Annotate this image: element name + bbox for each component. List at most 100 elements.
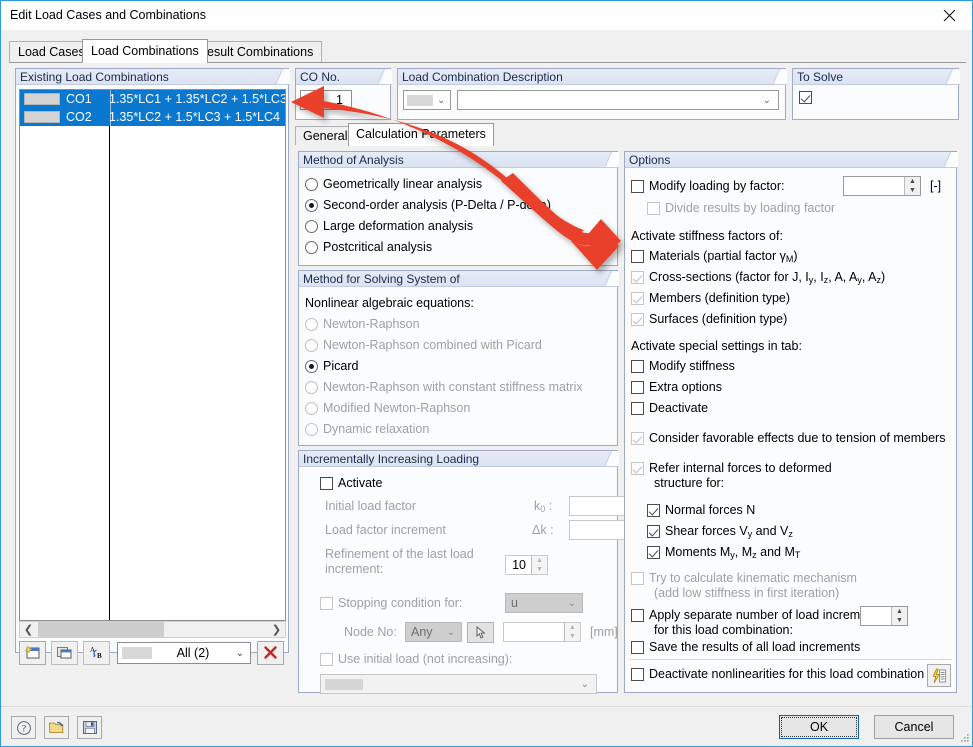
divide-results-checkbox[interactable]: Divide results by loading factor bbox=[647, 201, 835, 215]
stiffness-surfaces-checkbox[interactable]: Surfaces (definition type) bbox=[631, 312, 787, 326]
spinner-buttons[interactable]: ▲▼ bbox=[564, 623, 580, 641]
table-row[interactable]: CO2 1.35*LC2 + 1.5*LC3 + 1.5*LC4 bbox=[20, 108, 285, 126]
apply-separate-increments-label-line1: Apply separate number of load increments bbox=[649, 608, 884, 622]
spinner-up-icon[interactable]: ▲ bbox=[565, 623, 580, 632]
load-combination-description-title: Load Combination Description bbox=[398, 69, 787, 85]
list-filter-combo[interactable]: All (2) ⌄ bbox=[117, 642, 251, 664]
close-icon[interactable] bbox=[926, 1, 972, 30]
table-row[interactable]: CO1 1.35*LC1 + 1.35*LC2 + 1.5*LC3 + 1.5 bbox=[20, 90, 285, 108]
to-solve-checkbox[interactable] bbox=[799, 91, 812, 104]
options-group: Options Modify loading by factor: ▲▼ [-]… bbox=[624, 151, 957, 693]
refer-moments-checkbox[interactable]: Moments My, Mz and MT bbox=[647, 545, 800, 560]
radio-label: Picard bbox=[323, 359, 358, 373]
spinner-down-icon[interactable]: ▼ bbox=[532, 565, 547, 574]
radio-newton-raphson[interactable]: Newton-Raphson bbox=[305, 317, 420, 331]
radio-picard[interactable]: Picard bbox=[305, 359, 358, 373]
radio-second-order[interactable]: Second-order analysis (P-Delta / P-delta… bbox=[305, 198, 551, 212]
radio-newton-raphson-constant-stiffness[interactable]: Newton-Raphson with constant stiffness m… bbox=[305, 380, 583, 394]
radio-postcritical[interactable]: Postcritical analysis bbox=[305, 240, 432, 254]
checkbox-indicator bbox=[631, 180, 644, 193]
resize-grip-icon[interactable] bbox=[958, 732, 970, 744]
modify-loading-factor-input[interactable]: ▲▼ bbox=[843, 176, 921, 196]
radio-dynamic-relaxation[interactable]: Dynamic relaxation bbox=[305, 422, 429, 436]
refinement-input[interactable]: 10 ▲▼ bbox=[505, 555, 548, 575]
use-initial-load-checkbox[interactable]: Use initial load (not increasing): bbox=[320, 652, 512, 666]
cancel-button[interactable]: Cancel bbox=[874, 715, 954, 739]
stopping-condition-checkbox[interactable]: Stopping condition for: bbox=[320, 596, 462, 610]
modify-loading-factor-units: [-] bbox=[930, 179, 941, 193]
chevron-down-icon[interactable]: ⌄ bbox=[763, 95, 771, 106]
description-input[interactable]: ⌄ bbox=[457, 90, 779, 110]
stiffness-cross-sections-checkbox[interactable]: Cross-sections (factor for J, Iy, Iz, A,… bbox=[631, 270, 885, 285]
node-limit-input[interactable]: ▲▼ bbox=[503, 622, 581, 642]
apply-separate-increments-input[interactable]: ▲▼ bbox=[860, 606, 908, 626]
list-toolbar: A B All (2) ⌄ bbox=[19, 639, 286, 666]
stiffness-members-checkbox[interactable]: Members (definition type) bbox=[631, 291, 790, 305]
stopping-condition-combo[interactable]: u ⌄ bbox=[505, 593, 583, 613]
checkbox-indicator bbox=[631, 271, 644, 284]
special-deactivate-checkbox[interactable]: Deactivate bbox=[631, 401, 708, 415]
tab-general[interactable]: General bbox=[295, 126, 355, 145]
spinner-buttons[interactable]: ▲▼ bbox=[891, 607, 907, 625]
node-no-combo[interactable]: Any ⌄ bbox=[405, 622, 462, 642]
description-color-combo[interactable]: ⌄ bbox=[403, 90, 451, 110]
method-of-analysis-group: Method of Analysis Geometrically linear … bbox=[298, 151, 618, 266]
radio-indicator bbox=[305, 220, 318, 233]
stiffness-materials-checkbox[interactable]: Materials (partial factor γM) bbox=[631, 249, 798, 264]
refer-internal-forces-checkbox[interactable]: Refer internal forces to deformed bbox=[631, 461, 832, 475]
copy-combination-icon[interactable] bbox=[51, 641, 78, 665]
spinner-down-icon[interactable]: ▼ bbox=[905, 186, 920, 195]
spinner-down-icon[interactable]: ▼ bbox=[565, 632, 580, 641]
special-modify-stiffness-checkbox[interactable]: Modify stiffness bbox=[631, 359, 735, 373]
radio-newton-raphson-picard[interactable]: Newton-Raphson combined with Picard bbox=[305, 338, 542, 352]
dialog-window: Edit Load Cases and Combinations Load Ca… bbox=[0, 0, 973, 747]
co-number-input[interactable]: 1 bbox=[300, 90, 352, 110]
spinner-up-icon[interactable]: ▲ bbox=[892, 607, 907, 616]
consider-favorable-effects-checkbox[interactable]: Consider favorable effects due to tensio… bbox=[631, 431, 945, 445]
tab-load-combinations[interactable]: Load Combinations bbox=[82, 39, 208, 63]
chevron-right-icon[interactable]: ❯ bbox=[268, 622, 285, 637]
spinner-up-icon[interactable]: ▲ bbox=[532, 556, 547, 565]
help-icon[interactable]: ? bbox=[11, 716, 36, 739]
modify-loading-by-factor-checkbox[interactable]: Modify loading by factor: bbox=[631, 179, 785, 193]
special-extra-options-checkbox[interactable]: Extra options bbox=[631, 380, 722, 394]
radio-large-deformation[interactable]: Large deformation analysis bbox=[305, 219, 473, 233]
activate-incremental-checkbox[interactable]: Activate bbox=[320, 476, 382, 490]
activate-incremental-label: Activate bbox=[338, 476, 382, 490]
svg-text:?: ? bbox=[22, 723, 26, 733]
delete-red-x-icon[interactable] bbox=[257, 641, 284, 665]
refer-normal-forces-checkbox[interactable]: Normal forces N bbox=[647, 503, 755, 517]
spinner-up-icon[interactable]: ▲ bbox=[905, 177, 920, 186]
chevron-left-icon[interactable]: ❮ bbox=[20, 622, 37, 637]
load-combinations-list[interactable]: CO1 1.35*LC1 + 1.35*LC2 + 1.5*LC3 + 1.5 … bbox=[19, 89, 286, 621]
kinematic-mechanism-label-line1: Try to calculate kinematic mechanism bbox=[649, 571, 857, 585]
pick-node-icon[interactable] bbox=[467, 622, 494, 643]
apply-separate-increments-checkbox[interactable]: Apply separate number of load increments bbox=[631, 608, 884, 622]
kinematic-mechanism-checkbox[interactable]: Try to calculate kinematic mechanism bbox=[631, 571, 857, 585]
lightning-settings-icon[interactable] bbox=[927, 664, 951, 687]
radio-geometrically-linear[interactable]: Geometrically linear analysis bbox=[305, 177, 482, 191]
tab-result-combinations[interactable]: Result Combinations bbox=[189, 41, 322, 62]
radio-modified-newton-raphson[interactable]: Modified Newton-Raphson bbox=[305, 401, 470, 415]
open-folder-icon[interactable] bbox=[44, 716, 69, 739]
new-combination-icon[interactable] bbox=[19, 641, 46, 665]
scrollbar-thumb[interactable] bbox=[38, 622, 164, 637]
co-number-title: CO No. bbox=[296, 69, 392, 85]
save-all-increments-checkbox[interactable]: Save the results of all load increments bbox=[631, 640, 860, 654]
stiffness-materials-label: Materials (partial factor γM) bbox=[649, 249, 798, 264]
inner-tab-strip: General Calculation Parameters bbox=[295, 123, 960, 145]
spinner-down-icon[interactable]: ▼ bbox=[892, 616, 907, 625]
lightning-settings-glyph bbox=[931, 668, 947, 684]
tab-calculation-parameters[interactable]: Calculation Parameters bbox=[348, 123, 494, 146]
save-disk-icon[interactable] bbox=[77, 716, 102, 739]
list-horizontal-scrollbar[interactable]: ❮ ❯ bbox=[19, 621, 286, 638]
tab-load-cases[interactable]: Load Cases bbox=[9, 41, 94, 62]
spinner-buttons[interactable]: ▲▼ bbox=[904, 177, 920, 195]
initial-load-combo[interactable]: ⌄ bbox=[320, 674, 597, 694]
deactivate-nonlinearities-checkbox[interactable]: Deactivate nonlinearities for this load … bbox=[631, 667, 924, 681]
rename-icon[interactable]: A B bbox=[83, 641, 110, 665]
ok-button[interactable]: OK bbox=[779, 715, 859, 739]
refer-shear-forces-checkbox[interactable]: Shear forces Vy and Vz bbox=[647, 524, 793, 539]
row-name: CO1 bbox=[60, 92, 102, 106]
spinner-buttons[interactable]: ▲▼ bbox=[531, 556, 547, 574]
